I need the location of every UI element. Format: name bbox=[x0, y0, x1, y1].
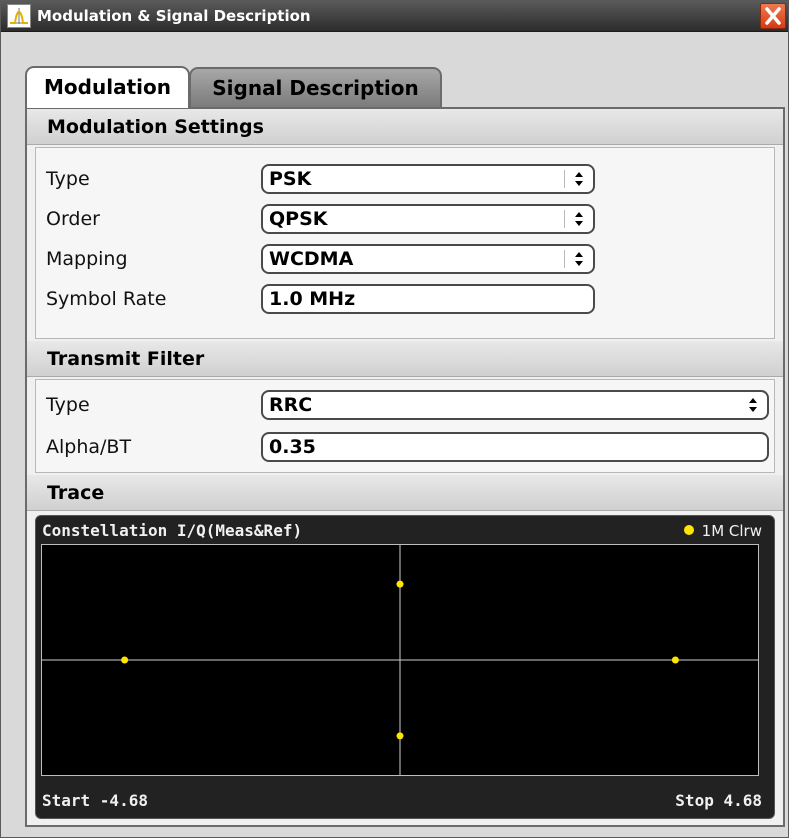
updown-arrows-icon bbox=[575, 212, 583, 226]
modulation-mapping-select[interactable]: WCDMA bbox=[261, 244, 595, 274]
trace-header: Trace bbox=[27, 475, 783, 511]
modulation-type-label: Type bbox=[46, 168, 90, 190]
modulation-settings-group: Type PSK Order QPSK Mapping WCDMA Symbol… bbox=[35, 147, 775, 339]
title-bar[interactable]: Modulation & Signal Description bbox=[1, 1, 788, 32]
tab-signal-description[interactable]: Signal Description bbox=[189, 67, 442, 107]
modulation-order-value: QPSK bbox=[269, 208, 328, 230]
updown-arrows-icon bbox=[575, 252, 583, 266]
tab-content-panel: Modulation Settings Type PSK Order QPSK bbox=[25, 107, 785, 827]
filter-type-label: Type bbox=[46, 394, 90, 416]
constellation-svg bbox=[42, 545, 758, 775]
start-label: Start -4.68 bbox=[42, 791, 148, 810]
constellation-point bbox=[671, 656, 679, 664]
symbol-rate-label: Symbol Rate bbox=[46, 288, 167, 310]
select-divider bbox=[564, 170, 565, 188]
close-icon bbox=[765, 7, 781, 25]
updown-arrows-icon bbox=[575, 172, 583, 186]
constellation-point bbox=[396, 732, 404, 740]
select-divider bbox=[564, 250, 565, 268]
spectrum-window-icon bbox=[7, 4, 31, 28]
trace-info: 1M Clrw bbox=[701, 522, 762, 540]
select-divider bbox=[564, 210, 565, 228]
dialog-window: Modulation & Signal Description Modulati… bbox=[0, 0, 789, 838]
constellation-point bbox=[396, 580, 404, 588]
stop-label: Stop 4.68 bbox=[675, 791, 762, 810]
modulation-type-select[interactable]: PSK bbox=[261, 164, 595, 194]
symbol-rate-field[interactable]: 1.0 MHz bbox=[261, 284, 595, 314]
modulation-order-select[interactable]: QPSK bbox=[261, 204, 595, 234]
transmit-filter-header: Transmit Filter bbox=[27, 341, 783, 377]
filter-type-select[interactable]: RRC bbox=[261, 390, 769, 420]
transmit-filter-group: Type RRC Alpha/BT 0.35 bbox=[35, 379, 775, 473]
updown-arrows-icon bbox=[749, 398, 757, 412]
modulation-mapping-label: Mapping bbox=[46, 248, 128, 270]
modulation-settings-header: Modulation Settings bbox=[27, 109, 783, 145]
constellation-plot[interactable]: Constellation I/Q(Meas&Ref) 1M Clrw Star… bbox=[35, 515, 775, 819]
filter-type-value: RRC bbox=[269, 394, 313, 416]
plot-title: Constellation I/Q(Meas&Ref) bbox=[42, 521, 303, 540]
tab-modulation[interactable]: Modulation bbox=[25, 66, 190, 108]
modulation-order-label: Order bbox=[46, 208, 100, 230]
alpha-bt-field[interactable]: 0.35 bbox=[261, 432, 769, 462]
modulation-mapping-value: WCDMA bbox=[269, 248, 354, 270]
plot-area[interactable] bbox=[41, 544, 759, 776]
modulation-type-value: PSK bbox=[269, 168, 312, 190]
trace-indicator-icon bbox=[684, 525, 694, 535]
window-title: Modulation & Signal Description bbox=[37, 7, 311, 25]
constellation-point bbox=[121, 656, 129, 664]
close-button[interactable] bbox=[760, 3, 786, 29]
alpha-bt-label: Alpha/BT bbox=[46, 436, 132, 458]
